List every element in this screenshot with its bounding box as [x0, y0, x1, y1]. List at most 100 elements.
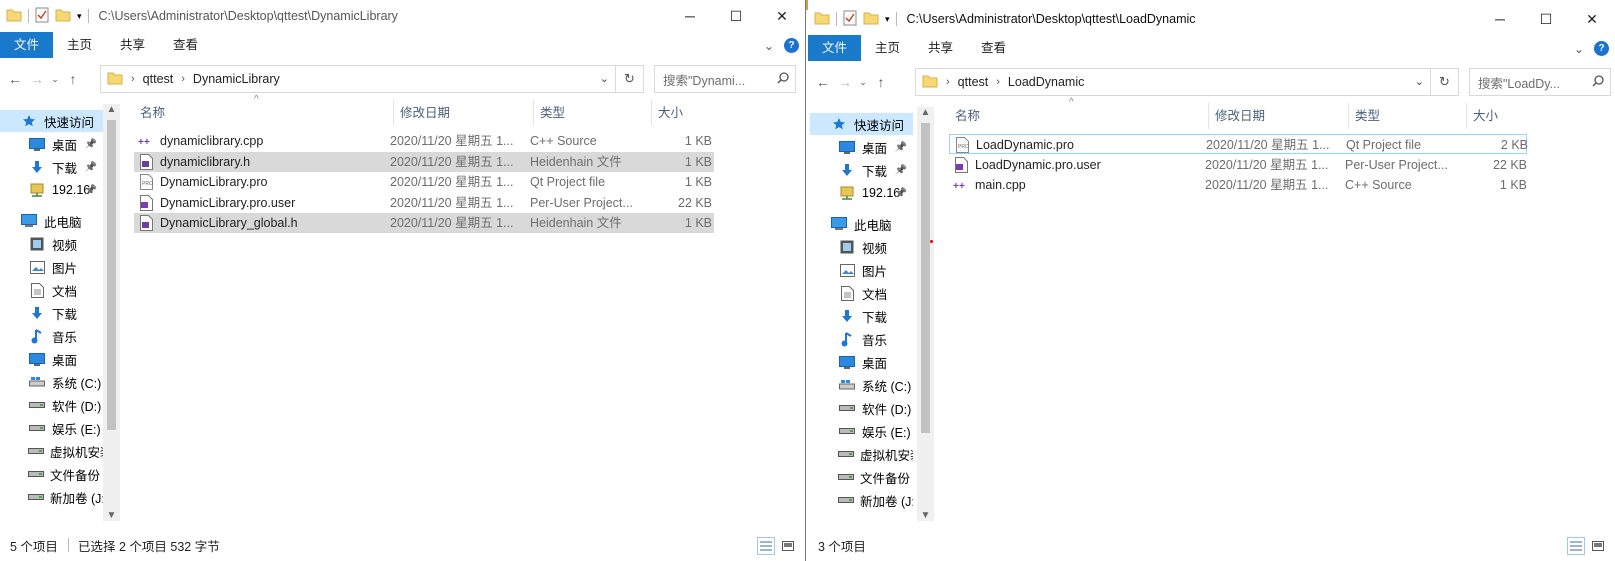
sidebar-item-4[interactable]: 192.16 📌: [810, 182, 913, 204]
new-folder-icon[interactable]: [55, 8, 71, 25]
sidebar-item-12[interactable]: 系统 (C:): [810, 374, 913, 396]
sidebar-item-13[interactable]: 软件 (D:): [810, 397, 913, 419]
maximize-button[interactable]: ☐: [713, 0, 759, 32]
column-date[interactable]: 修改日期: [1209, 103, 1349, 129]
refresh-icon[interactable]: ↻: [1430, 69, 1458, 95]
sidebar-item-11[interactable]: 桌面: [0, 348, 103, 370]
sidebar-item-9[interactable]: 下载: [810, 305, 913, 327]
help-icon[interactable]: ?: [784, 38, 799, 53]
search-input[interactable]: 搜索"LoadDy...: [1469, 68, 1611, 96]
sidebar-item-16[interactable]: 文件备份 (: [810, 466, 913, 488]
sidebar-item-7[interactable]: 图片: [810, 259, 913, 281]
column-type[interactable]: 类型: [534, 100, 652, 126]
file-row[interactable]: PRO DynamicLibrary.pro 2020/11/20 星期五 1...…: [134, 172, 714, 192]
new-folder-icon[interactable]: [863, 11, 879, 28]
up-arrow-icon[interactable]: ↑: [870, 74, 892, 90]
sidebar-item-5[interactable]: 此电脑: [810, 213, 913, 235]
sidebar-item-2[interactable]: 桌面 📌: [810, 136, 913, 158]
sidebar-item-8[interactable]: 文档: [0, 279, 103, 301]
forward-arrow-icon[interactable]: →: [26, 71, 48, 87]
close-button[interactable]: ✕: [1569, 3, 1615, 35]
scroll-up-icon[interactable]: ▲: [103, 104, 120, 115]
tab-file[interactable]: 文件: [808, 35, 862, 61]
customize-qa-icon[interactable]: ▾: [77, 11, 82, 22]
address-dropdown-icon[interactable]: ⌄: [600, 72, 609, 85]
nav-scrollbar[interactable]: ▲ ▼: [103, 104, 120, 521]
sidebar-item-17[interactable]: 新加卷 (J:): [0, 486, 103, 508]
sidebar-item-11[interactable]: 桌面: [810, 351, 913, 373]
file-row[interactable]: DynamicLibrary_global.h 2020/11/20 星期五 1.…: [134, 213, 714, 233]
sidebar-item-15[interactable]: 虚拟机安装: [810, 443, 913, 465]
file-row[interactable]: DynamicLibrary.pro.user 2020/11/20 星期五 1.…: [134, 193, 714, 213]
customize-qa-icon[interactable]: ▾: [885, 14, 890, 25]
sidebar-item-15[interactable]: 虚拟机安装: [0, 440, 103, 462]
tab-file[interactable]: 文件: [0, 32, 54, 58]
tab-home[interactable]: 主页: [53, 32, 106, 58]
sidebar-item-3[interactable]: 下载 📌: [0, 156, 103, 178]
sidebar-item-14[interactable]: 娱乐 (E:): [0, 417, 103, 439]
breadcrumb-item[interactable]: DynamicLibrary: [193, 72, 280, 86]
search-input[interactable]: 搜索"Dynami...: [654, 65, 796, 93]
tab-share[interactable]: 共享: [106, 32, 159, 58]
sidebar-item-8[interactable]: 文档: [810, 282, 913, 304]
column-size[interactable]: 大小: [1467, 103, 1549, 129]
minimize-button[interactable]: ─: [1477, 3, 1523, 35]
sidebar-item-14[interactable]: 娱乐 (E:): [810, 420, 913, 442]
scroll-down-icon[interactable]: ▼: [917, 510, 934, 521]
recent-locations-icon[interactable]: ⌄: [48, 74, 62, 85]
expand-ribbon-icon[interactable]: ⌄: [764, 39, 774, 53]
forward-arrow-icon[interactable]: →: [834, 74, 856, 90]
sidebar-item-5[interactable]: 此电脑: [0, 210, 103, 232]
scroll-thumb[interactable]: [107, 120, 116, 430]
scroll-down-icon[interactable]: ▼: [103, 510, 120, 521]
sidebar-item-3[interactable]: 下载 📌: [810, 159, 913, 181]
tab-home[interactable]: 主页: [861, 35, 914, 61]
file-row[interactable]: LoadDynamic.pro.user 2020/11/20 星期五 1... P…: [949, 155, 1527, 175]
column-date[interactable]: 修改日期: [394, 100, 534, 126]
breadcrumb-item[interactable]: LoadDynamic: [1008, 75, 1084, 89]
close-button[interactable]: ✕: [759, 0, 805, 32]
details-view-icon[interactable]: [1567, 537, 1585, 555]
help-icon[interactable]: ?: [1594, 41, 1609, 56]
file-row[interactable]: + + main.cpp 2020/11/20 星期五 1... C++ Source 1…: [949, 175, 1527, 195]
file-row[interactable]: PRO LoadDynamic.pro 2020/11/20 星期五 1... Qt …: [949, 134, 1528, 154]
sidebar-item-6[interactable]: 视频: [0, 233, 103, 255]
refresh-icon[interactable]: ↻: [615, 66, 643, 92]
column-name[interactable]: 名称: [949, 103, 1209, 129]
scroll-up-icon[interactable]: ▲: [917, 107, 934, 118]
sidebar-item-7[interactable]: 图片: [0, 256, 103, 278]
nav-scrollbar[interactable]: ▲ ▼: [917, 107, 934, 521]
sidebar-item-1[interactable]: 快速访问: [810, 113, 913, 135]
sidebar-item-12[interactable]: 系统 (C:): [0, 371, 103, 393]
file-row[interactable]: dynamiclibrary.h 2020/11/20 星期五 1... Heide…: [134, 151, 714, 172]
maximize-button[interactable]: ☐: [1523, 3, 1569, 35]
tab-view[interactable]: 查看: [159, 32, 212, 58]
properties-icon[interactable]: [35, 7, 49, 26]
sidebar-item-9[interactable]: 下载: [0, 302, 103, 324]
tab-share[interactable]: 共享: [914, 35, 967, 61]
column-type[interactable]: 类型: [1349, 103, 1467, 129]
sidebar-item-2[interactable]: 桌面 📌: [0, 133, 103, 155]
large-icons-view-icon[interactable]: [1589, 537, 1607, 555]
column-name[interactable]: 名称: [134, 100, 394, 126]
up-arrow-icon[interactable]: ↑: [62, 71, 84, 87]
sidebar-item-6[interactable]: 视频: [810, 236, 913, 258]
properties-icon[interactable]: [843, 10, 857, 29]
address-dropdown-icon[interactable]: ⌄: [1415, 75, 1424, 88]
sidebar-item-1[interactable]: 快速访问: [0, 110, 103, 132]
expand-ribbon-icon[interactable]: ⌄: [1574, 42, 1584, 56]
recent-locations-icon[interactable]: ⌄: [856, 77, 870, 88]
back-arrow-icon[interactable]: ←: [812, 74, 834, 90]
sidebar-item-13[interactable]: 软件 (D:): [0, 394, 103, 416]
address-bar[interactable]: › qttest › LoadDynamic ⌄ ↻: [915, 68, 1459, 96]
scroll-thumb[interactable]: [921, 123, 930, 433]
back-arrow-icon[interactable]: ←: [4, 71, 26, 87]
sidebar-item-4[interactable]: 192.16 📌: [0, 179, 103, 201]
address-bar[interactable]: › qttest › DynamicLibrary ⌄ ↻: [100, 65, 644, 93]
sidebar-item-17[interactable]: 新加卷 (J:): [810, 489, 913, 511]
sidebar-item-10[interactable]: 音乐: [810, 328, 913, 350]
breadcrumb-item[interactable]: qttest: [143, 72, 174, 86]
tab-view[interactable]: 查看: [967, 35, 1020, 61]
sidebar-item-10[interactable]: 音乐: [0, 325, 103, 347]
minimize-button[interactable]: ─: [667, 0, 713, 32]
